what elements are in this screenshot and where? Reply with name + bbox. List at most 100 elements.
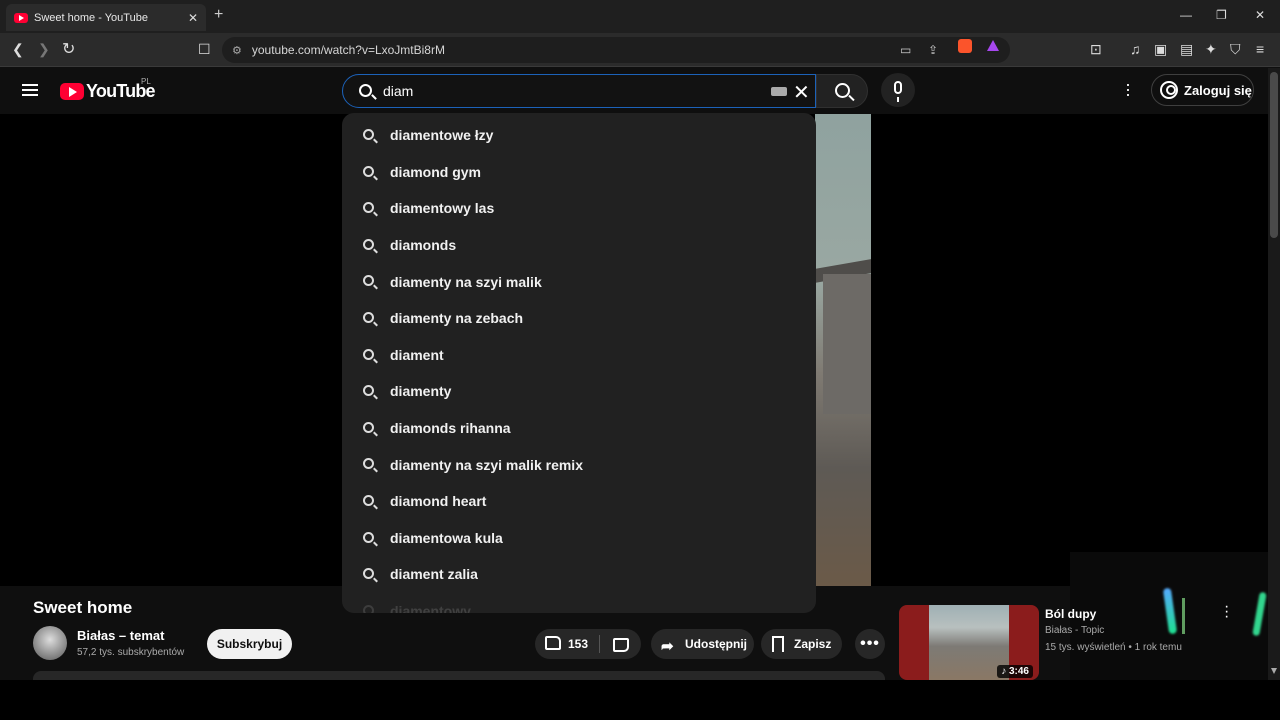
- country-code: PL: [141, 77, 151, 86]
- suggestion-item[interactable]: diamonds: [342, 227, 816, 264]
- keyboard-icon[interactable]: [771, 87, 787, 96]
- clear-search-icon[interactable]: ✕: [793, 80, 810, 105]
- window-close-button[interactable]: ✕: [1255, 8, 1265, 22]
- youtube-favicon-icon: [14, 12, 28, 23]
- tab-close-icon[interactable]: ✕: [188, 11, 198, 25]
- recommended-title[interactable]: Ból dupy: [1045, 607, 1096, 621]
- suggestion-item[interactable]: diamentowy las: [342, 190, 816, 227]
- page-scrollbar[interactable]: [1268, 68, 1280, 680]
- menu-icon[interactable]: ≡: [1256, 41, 1264, 57]
- suggestion-item[interactable]: diamentowe łzy: [342, 117, 816, 154]
- channel-avatar[interactable]: [33, 626, 67, 660]
- leo-icon[interactable]: ⊡: [1090, 41, 1102, 58]
- reload-button[interactable]: ↻: [62, 39, 75, 59]
- save-button[interactable]: Zapisz: [761, 629, 842, 659]
- recommended-channel[interactable]: Białas - Topic: [1045, 625, 1104, 636]
- more-actions-button[interactable]: •••: [855, 629, 885, 659]
- search-icon: [363, 311, 374, 323]
- brave-shields-icon[interactable]: [958, 39, 972, 53]
- suggestion-item[interactable]: diamond heart: [342, 483, 816, 520]
- ai-icon[interactable]: ✦: [1205, 41, 1217, 58]
- search-input[interactable]: [383, 83, 763, 99]
- description-box[interactable]: [33, 671, 885, 680]
- browser-nav-bar: ❮ ❯ ↻ ☐ ⚙ youtube.com/watch?v=LxoJmtBi8r…: [0, 33, 1280, 67]
- search-icon: [363, 458, 374, 470]
- search-icon: [363, 165, 374, 177]
- share-button[interactable]: ➦ Udostępnij: [651, 629, 754, 659]
- search-icon: [363, 421, 374, 433]
- address-bar[interactable]: ⚙ youtube.com/watch?v=LxoJmtBi8rM ▭ ⇪: [222, 37, 1010, 63]
- sidebar-icon[interactable]: ▣: [1154, 41, 1167, 58]
- save-label: Zapisz: [794, 637, 832, 651]
- sign-in-button[interactable]: Zaloguj się: [1151, 74, 1254, 106]
- sign-in-label: Zaloguj się: [1184, 82, 1252, 98]
- youtube-play-icon: [60, 83, 84, 100]
- media-icon[interactable]: ♫: [1130, 41, 1141, 57]
- video-frame: [815, 114, 871, 586]
- suggestion-text: diamenty na zebach: [390, 310, 524, 327]
- recommended-meta: 15 tys. wyświetleń • 1 rok temu: [1045, 642, 1182, 653]
- browser-tab[interactable]: Sweet home - YouTube ✕: [6, 4, 206, 31]
- new-tab-button[interactable]: +: [214, 6, 223, 24]
- forward-button[interactable]: ❯: [38, 41, 50, 58]
- voice-search-button[interactable]: [881, 73, 915, 107]
- maximize-button[interactable]: ❐: [1216, 8, 1227, 22]
- taskbar-area: [0, 680, 1280, 720]
- suggestion-text: diamentowa kula: [390, 529, 503, 546]
- search-button[interactable]: [816, 74, 868, 108]
- garage-image: [823, 274, 871, 414]
- minimize-button[interactable]: —: [1180, 8, 1192, 22]
- suggestion-text: diamond heart: [390, 493, 487, 510]
- suggestion-item[interactable]: diamenty: [342, 373, 816, 410]
- subscribe-button[interactable]: Subskrybuj: [207, 629, 292, 659]
- suggestion-text: diament zalia: [390, 566, 478, 583]
- suggestion-item[interactable]: diamenty na szyi malik remix: [342, 446, 816, 483]
- share-icon[interactable]: ⇪: [928, 43, 938, 57]
- suggestion-item[interactable]: diamenty na zebach: [342, 300, 816, 337]
- like-dislike-group: 153: [535, 629, 641, 659]
- youtube-logo[interactable]: YouTube PL: [60, 77, 156, 102]
- suggestion-item[interactable]: diamond gym: [342, 154, 816, 191]
- search-suggestions-dropdown: diamentowe łzy diamond gym diamentowy las d…: [342, 113, 816, 613]
- dislike-icon[interactable]: [613, 638, 629, 652]
- suggestion-text: diamentowe łzy: [390, 127, 494, 144]
- browser-tab-bar: Sweet home - YouTube ✕ + — ❐ ✕: [0, 0, 1280, 33]
- settings-kebab-icon[interactable]: · · ·: [1125, 75, 1131, 103]
- suggestion-item[interactable]: diamentowy: [342, 593, 816, 613]
- recommended-kebab-icon[interactable]: · · ·: [1224, 599, 1229, 625]
- account-icon: [1160, 81, 1178, 99]
- bookmark-icon: [772, 636, 784, 652]
- search-box[interactable]: ✕: [342, 74, 816, 108]
- suggestion-item[interactable]: diament: [342, 337, 816, 374]
- like-icon[interactable]: [545, 636, 561, 650]
- cast-icon[interactable]: ▭: [900, 43, 911, 57]
- channel-name[interactable]: Białas – temat: [77, 628, 164, 643]
- suggestion-item[interactable]: diamenty na szyi malik: [342, 263, 816, 300]
- wallet-icon[interactable]: ▤: [1180, 41, 1193, 58]
- scrollbar-thumb[interactable]: [1270, 72, 1278, 238]
- search-icon: [363, 238, 374, 250]
- light-streak: [1162, 587, 1178, 635]
- search-icon: [363, 129, 374, 140]
- suggestion-text: diamonds: [390, 237, 457, 254]
- suggestion-item[interactable]: diamentowa kula: [342, 520, 816, 557]
- divider: [599, 635, 600, 653]
- recommended-thumbnail[interactable]: ♪ 3:46: [899, 605, 1039, 680]
- brave-rewards-icon[interactable]: [987, 40, 999, 51]
- back-button[interactable]: ❮: [12, 41, 24, 58]
- search-icon: [363, 568, 374, 580]
- url-text[interactable]: youtube.com/watch?v=LxoJmtBi8rM: [252, 43, 445, 57]
- vpn-icon[interactable]: ⛉: [1230, 41, 1241, 58]
- suggestion-text: diamenty na szyi malik: [390, 273, 542, 290]
- scroll-down-arrow-icon[interactable]: [1271, 668, 1277, 674]
- suggestion-text: diamenty na szyi malik remix: [390, 456, 583, 473]
- suggestion-item[interactable]: diamonds rihanna: [342, 410, 816, 447]
- suggestion-text: diamonds rihanna: [390, 420, 511, 437]
- suggestion-item[interactable]: diament zalia: [342, 556, 816, 593]
- like-count[interactable]: 153: [568, 637, 588, 651]
- hamburger-menu-icon[interactable]: [22, 84, 38, 96]
- subscriber-count: 57,2 tys. subskrybentów: [77, 647, 185, 658]
- search-icon: [363, 604, 374, 613]
- site-info-icon[interactable]: ⚙: [232, 44, 242, 57]
- bookmark-icon[interactable]: ☐: [198, 41, 211, 58]
